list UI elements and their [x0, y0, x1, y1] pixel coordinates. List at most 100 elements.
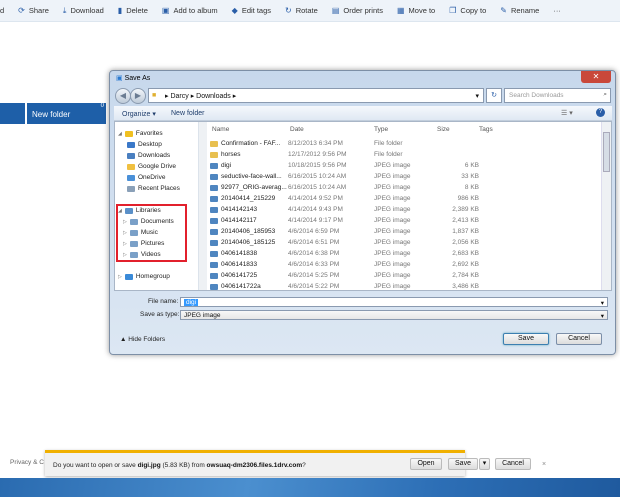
more-button[interactable]: ···: [553, 6, 561, 15]
file-name-input[interactable]: digi ▾: [180, 297, 608, 307]
nav-recent-places[interactable]: Recent Places: [127, 185, 180, 192]
save-dropdown-icon[interactable]: ▾: [479, 458, 490, 470]
column-name[interactable]: Name: [212, 126, 229, 133]
scroll-thumb[interactable]: [603, 132, 610, 172]
file-row[interactable]: 20140414_215229 4/14/2014 9:52 PM JPEG i…: [207, 194, 599, 205]
file-type: JPEG image: [374, 195, 411, 202]
close-icon[interactable]: ×: [542, 461, 546, 468]
close-button[interactable]: ✕: [581, 71, 611, 83]
copy-icon: ❐: [449, 6, 457, 15]
file-row[interactable]: 92977_ORIG-averag... 6/16/2015 10:24 AM …: [207, 183, 599, 194]
move-icon: ▦: [396, 6, 405, 15]
nav-desktop[interactable]: Desktop: [127, 141, 162, 148]
toolbar-download-button[interactable]: ⤓ Download: [63, 6, 104, 16]
toolbar-copy-to-button[interactable]: ❐ Copy to: [449, 6, 486, 15]
file-row[interactable]: digi 10/18/2015 9:56 PM JPEG image 6 KB: [207, 161, 599, 172]
new-folder-label: New folder: [32, 110, 71, 119]
file-row[interactable]: 0414142143 4/14/2014 9:43 PM JPEG image …: [207, 205, 599, 216]
file-row[interactable]: 0414142117 4/14/2014 9:17 PM JPEG image …: [207, 216, 599, 227]
file-row[interactable]: 0406141838 4/6/2014 6:38 PM JPEG image 2…: [207, 249, 599, 260]
file-type: JPEG image: [374, 228, 411, 235]
album-icon: ▣: [161, 6, 170, 15]
file-date: 6/16/2015 10:24 AM: [288, 184, 347, 191]
file-date: 4/6/2014 5:22 PM: [288, 283, 340, 290]
nav-scrollbar[interactable]: [199, 122, 207, 290]
breadcrumb-downloads[interactable]: Downloads: [196, 93, 231, 100]
back-button[interactable]: ◀: [115, 88, 131, 104]
file-row[interactable]: 20140406_185953 4/6/2014 6:59 PM JPEG im…: [207, 227, 599, 238]
breadcrumb-darcy[interactable]: Darcy: [170, 93, 188, 100]
file-row[interactable]: horses 12/17/2012 9:56 PM File folder: [207, 150, 599, 161]
file-type: JPEG image: [374, 217, 411, 224]
image-icon: [210, 218, 218, 224]
save-icon: ▣: [116, 75, 123, 82]
toolbar-share-button[interactable]: ⟳ Share: [18, 6, 49, 15]
file-type: JPEG image: [374, 250, 411, 257]
nav-favorites-icon: [124, 130, 133, 137]
image-icon: [210, 229, 218, 235]
image-icon: [210, 163, 218, 169]
cancel-button[interactable]: Cancel: [556, 333, 602, 345]
column-size[interactable]: Size: [437, 126, 450, 133]
toolbar-add-to-album-button[interactable]: ▣ Add to album: [162, 6, 218, 15]
file-scrollbar[interactable]: [601, 122, 611, 290]
toolbar-rotate-button[interactable]: ↻ Rotate: [285, 6, 318, 15]
file-name: 0406141833: [221, 261, 258, 268]
nav-downloads[interactable]: Downloads: [127, 152, 170, 159]
file-row[interactable]: 0406141725 4/6/2014 5:25 PM JPEG image 2…: [207, 271, 599, 282]
search-input[interactable]: Search Downloads ⌕: [504, 88, 611, 103]
privacy-link[interactable]: Privacy & C: [10, 459, 44, 466]
open-button[interactable]: Open: [410, 458, 442, 470]
toolbar-delete-button[interactable]: ▮ Delete: [118, 6, 148, 15]
file-row[interactable]: 0406141833 4/6/2014 6:33 PM JPEG image 2…: [207, 260, 599, 271]
refresh-button[interactable]: ↻: [486, 88, 502, 103]
forward-button[interactable]: ▶: [130, 88, 146, 104]
file-date: 6/16/2015 10:24 AM: [288, 173, 347, 180]
hide-folders-button[interactable]: ▲ Hide Folders: [120, 336, 165, 343]
address-bar[interactable]: ■ ▸ Darcy ▸ Downloads ▸ ▾: [148, 88, 484, 103]
new-folder-tile[interactable]: New folder 0: [27, 103, 106, 124]
desktop-background: [0, 478, 620, 497]
nav-desktop-icon: [127, 141, 135, 148]
nav-google-drive[interactable]: Google Drive: [127, 163, 176, 170]
file-row[interactable]: 0406141722a 4/6/2014 5:22 PM JPEG image …: [207, 282, 599, 293]
selected-tile[interactable]: [0, 103, 25, 124]
new-folder-button[interactable]: New folder: [171, 110, 204, 117]
file-row[interactable]: seductive-face-wall... 6/16/2015 10:24 A…: [207, 172, 599, 183]
file-type: JPEG image: [374, 272, 411, 279]
file-name: horses: [221, 151, 241, 158]
column-date[interactable]: Date: [290, 126, 304, 133]
nav-homegroup[interactable]: ▷ Homegroup: [118, 273, 170, 280]
save-type-label: Save as type:: [140, 311, 180, 318]
save-button[interactable]: Save: [503, 333, 549, 345]
file-size: 2,056 KB: [452, 239, 479, 246]
toolbar-move-to-button[interactable]: ▦ Move to: [397, 6, 435, 15]
help-icon[interactable]: ?: [596, 108, 605, 117]
file-name: seductive-face-wall...: [221, 173, 282, 180]
file-row[interactable]: 20140406_185125 4/6/2014 6:51 PM JPEG im…: [207, 238, 599, 249]
dialog-title: ▣ Save As: [116, 75, 151, 82]
highlight-box: [116, 204, 187, 262]
photo-toolbar: d ⟳ Share ⤓ Download ▮ Delete ▣ Add to album ◆ Ed…: [0, 0, 620, 22]
share-icon: ⟳: [18, 6, 25, 15]
toolbar-rename-button[interactable]: ✎ Rename: [500, 6, 539, 15]
column-type[interactable]: Type: [374, 126, 388, 133]
tag-icon: ◆: [231, 6, 238, 15]
file-date: 4/14/2014 9:52 PM: [288, 195, 343, 202]
dropdown-icon[interactable]: ▾: [475, 92, 479, 100]
column-tags[interactable]: Tags: [479, 126, 493, 133]
toolbar-cut-label: d: [0, 6, 5, 15]
save-type-select[interactable]: JPEG image ▾: [180, 310, 608, 320]
cancel-button[interactable]: Cancel: [495, 458, 531, 470]
view-icon[interactable]: ☰ ▾: [561, 109, 573, 117]
nav-onedrive[interactable]: OneDrive: [127, 174, 165, 181]
organize-button[interactable]: Organize ▾: [122, 110, 156, 118]
file-type: JPEG image: [374, 261, 411, 268]
file-row[interactable]: Confirmation - FAF... 8/12/2013 6:34 PM …: [207, 139, 599, 150]
nav-favorites[interactable]: ◢ Favorites: [118, 130, 163, 137]
file-name: digi: [221, 162, 232, 169]
toolbar-edit-tags-button[interactable]: ◆ Edit tags: [232, 6, 271, 15]
toolbar-order-prints-button[interactable]: ▤ Order prints: [332, 6, 383, 15]
save-button[interactable]: Save: [448, 458, 478, 470]
download-notification-bar: Do you want to open or save digi.jpg (5.…: [45, 450, 546, 476]
